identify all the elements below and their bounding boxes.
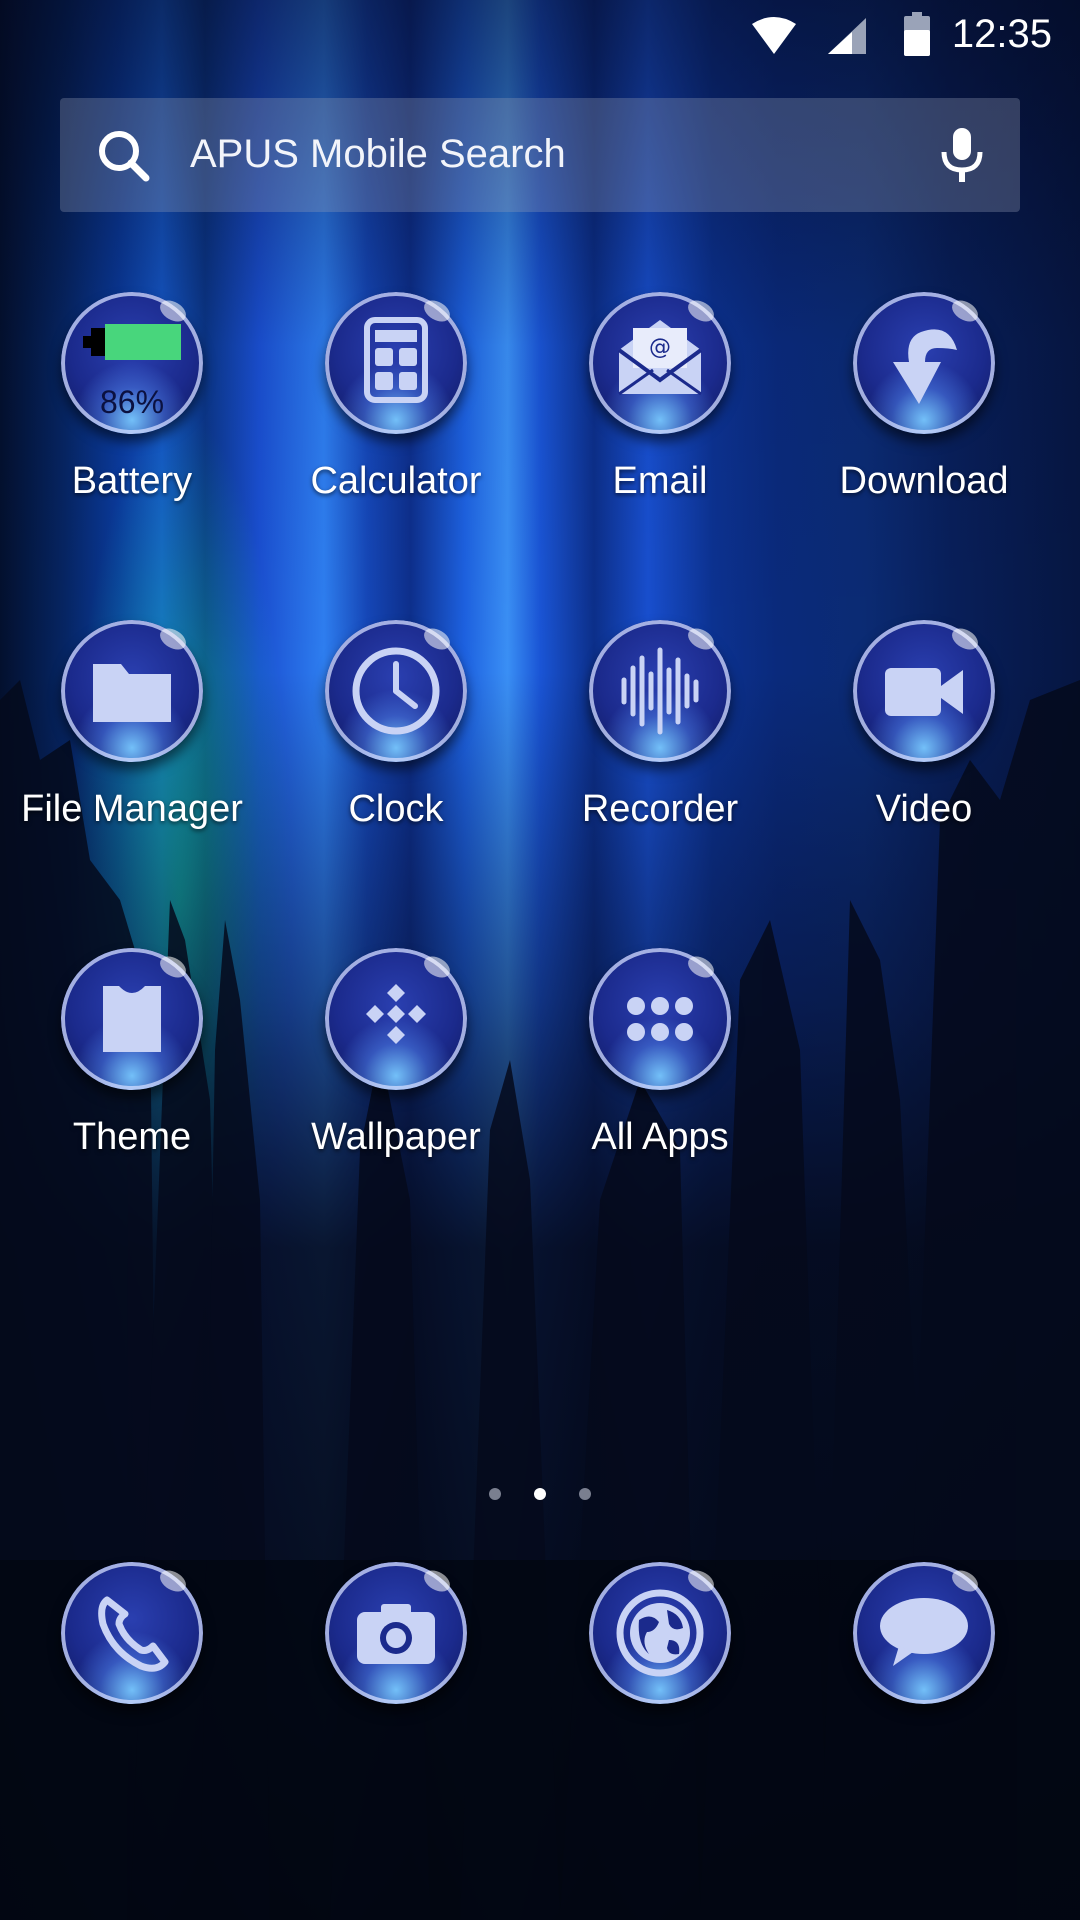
- dock-browser[interactable]: [528, 1562, 792, 1704]
- app-label: Email: [612, 460, 708, 502]
- battery-percent: 86%: [99, 384, 165, 420]
- page-dot[interactable]: [489, 1488, 501, 1500]
- app-battery[interactable]: 86% Battery: [0, 292, 264, 503]
- clock-icon: [325, 620, 467, 762]
- status-bar: 12:35: [0, 0, 1080, 72]
- search-icon[interactable]: [96, 128, 152, 184]
- search-bar[interactable]: APUS Mobile Search: [60, 98, 1020, 212]
- app-clock[interactable]: Clock: [264, 620, 528, 831]
- svg-text:@: @: [649, 335, 671, 360]
- envelope-icon: @: [589, 292, 731, 434]
- app-calculator[interactable]: Calculator: [264, 292, 528, 503]
- app-recorder[interactable]: Recorder: [528, 620, 792, 831]
- dock-messages[interactable]: [792, 1562, 1056, 1704]
- diamond-pattern-icon: [325, 948, 467, 1090]
- search-input[interactable]: APUS Mobile Search: [190, 132, 566, 177]
- app-wallpaper[interactable]: Wallpaper: [264, 948, 528, 1159]
- sound-wave-icon: [589, 620, 731, 762]
- dock-camera[interactable]: [264, 1562, 528, 1704]
- app-label: Calculator: [310, 460, 482, 502]
- app-label: File Manager: [21, 788, 243, 830]
- app-label: Wallpaper: [311, 1116, 481, 1158]
- app-all-apps[interactable]: All Apps: [528, 948, 792, 1159]
- dock-phone[interactable]: [0, 1562, 264, 1704]
- clock-time: 12:35: [951, 12, 1052, 56]
- camera-icon: [325, 1562, 467, 1704]
- page-indicator: [0, 1488, 1080, 1504]
- page-dot-active[interactable]: [534, 1488, 546, 1500]
- phone-icon: [61, 1562, 203, 1704]
- app-label: All Apps: [591, 1116, 729, 1158]
- app-email[interactable]: @ Email: [528, 292, 792, 503]
- globe-browser-icon: [589, 1562, 731, 1704]
- calculator-icon: [325, 292, 467, 434]
- app-file-manager[interactable]: File Manager: [0, 620, 264, 831]
- microphone-icon[interactable]: [940, 128, 984, 184]
- app-label: Recorder: [581, 788, 739, 830]
- wifi-icon: [752, 17, 796, 54]
- app-label: Clock: [348, 788, 444, 830]
- shirt-icon: [61, 948, 203, 1090]
- app-theme[interactable]: Theme: [0, 948, 264, 1159]
- folder-icon: [61, 620, 203, 762]
- app-video[interactable]: Video: [792, 620, 1056, 831]
- app-label: Video: [875, 788, 973, 830]
- cellular-signal-icon: [828, 18, 866, 54]
- app-label: Battery: [71, 460, 193, 502]
- chat-bubble-icon: [853, 1562, 995, 1704]
- battery-icon: 86%: [61, 292, 203, 434]
- app-label: Theme: [72, 1116, 192, 1158]
- app-download[interactable]: Download: [792, 292, 1056, 503]
- page-dot[interactable]: [579, 1488, 591, 1500]
- video-camera-icon: [853, 620, 995, 762]
- download-arrow-icon: [853, 292, 995, 434]
- app-grid-icon: [589, 948, 731, 1090]
- app-label: Download: [839, 460, 1009, 502]
- battery-icon: [904, 12, 930, 56]
